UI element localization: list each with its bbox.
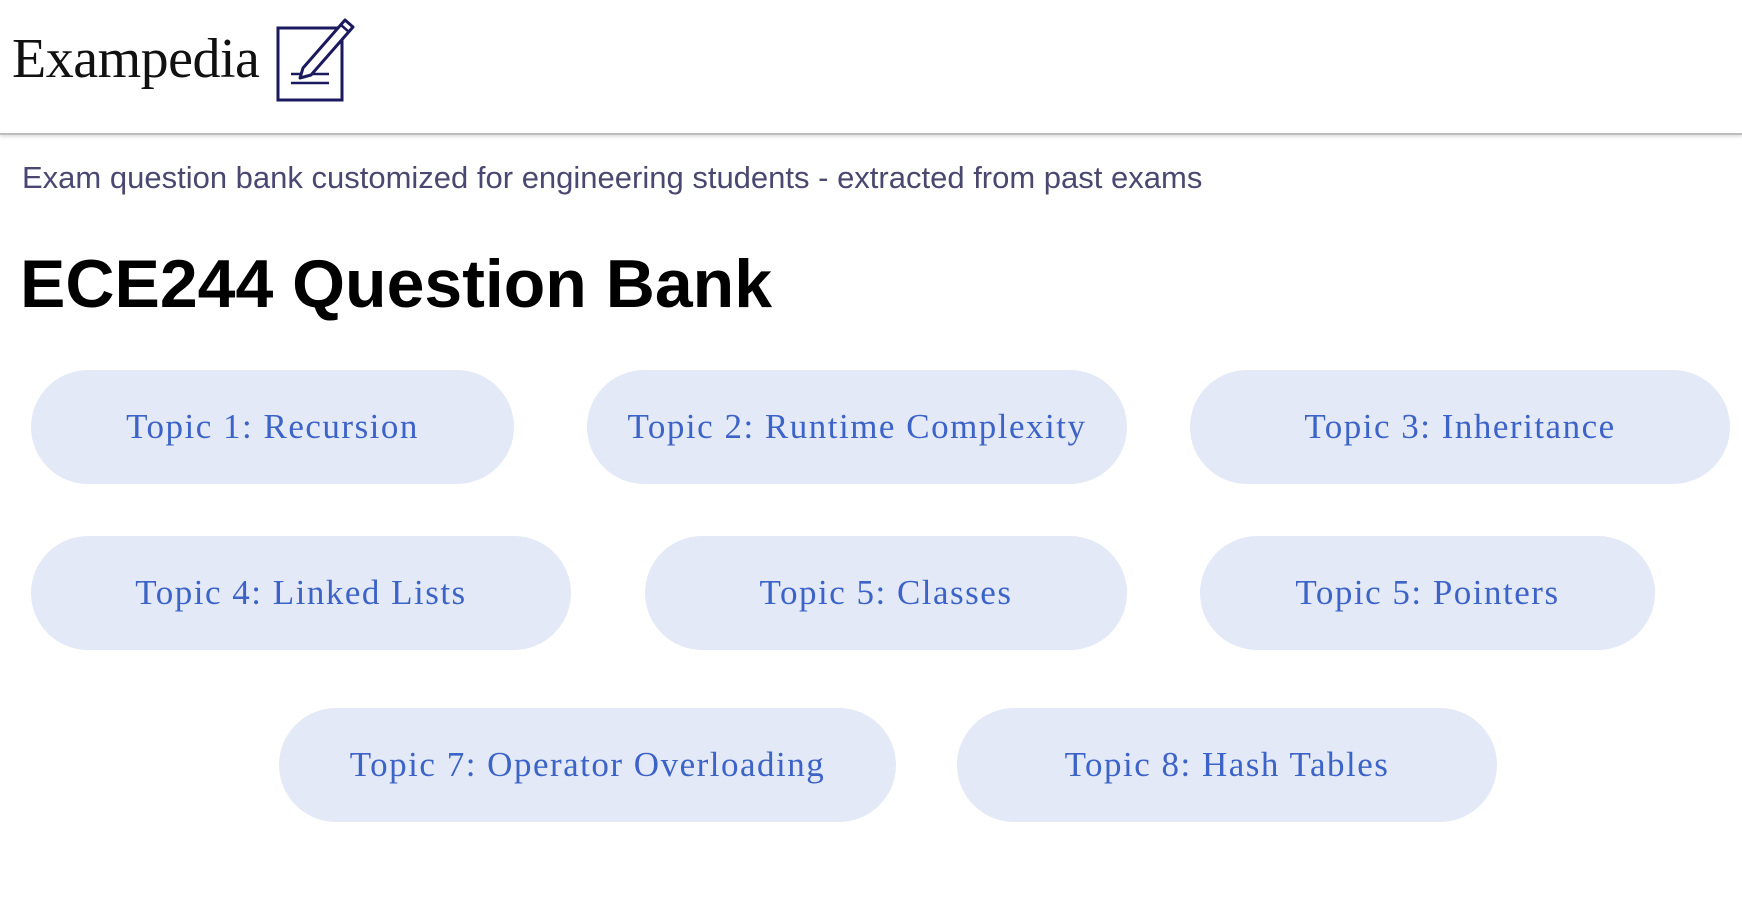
brand-logo-link[interactable]: Exampedia	[12, 14, 361, 104]
topic-label: Topic 8: Hash Tables	[1064, 745, 1390, 784]
topic-button-pointers[interactable]: Topic 5: Pointers	[1200, 536, 1655, 650]
topic-label: Topic 4: Linked Lists	[135, 573, 467, 612]
topic-button-hash-tables[interactable]: Topic 8: Hash Tables	[957, 708, 1497, 822]
topic-label: Topic 7: Operator Overloading	[349, 745, 826, 784]
topic-button-operator-overloading[interactable]: Topic 7: Operator Overloading	[279, 708, 896, 822]
topic-label: Topic 5: Pointers	[1295, 573, 1560, 612]
topic-button-classes[interactable]: Topic 5: Classes	[645, 536, 1127, 650]
page-title: ECE244 Question Bank	[20, 246, 773, 322]
topic-button-recursion[interactable]: Topic 1: Recursion	[31, 370, 514, 484]
topic-label: Topic 2: Runtime Complexity	[627, 407, 1087, 446]
topic-button-runtime-complexity[interactable]: Topic 2: Runtime Complexity	[587, 370, 1127, 484]
topic-button-linked-lists[interactable]: Topic 4: Linked Lists	[31, 536, 571, 650]
brand-name: Exampedia	[12, 28, 260, 90]
notepad-pen-icon	[276, 18, 355, 102]
topic-label: Topic 3: Inheritance	[1304, 407, 1616, 446]
topic-label: Topic 5: Classes	[759, 573, 1013, 612]
topic-label: Topic 1: Recursion	[126, 407, 419, 446]
topic-button-inheritance[interactable]: Topic 3: Inheritance	[1190, 370, 1730, 484]
site-header: Exampedia	[0, 0, 1742, 135]
site-tagline: Exam question bank customized for engine…	[22, 160, 1203, 195]
